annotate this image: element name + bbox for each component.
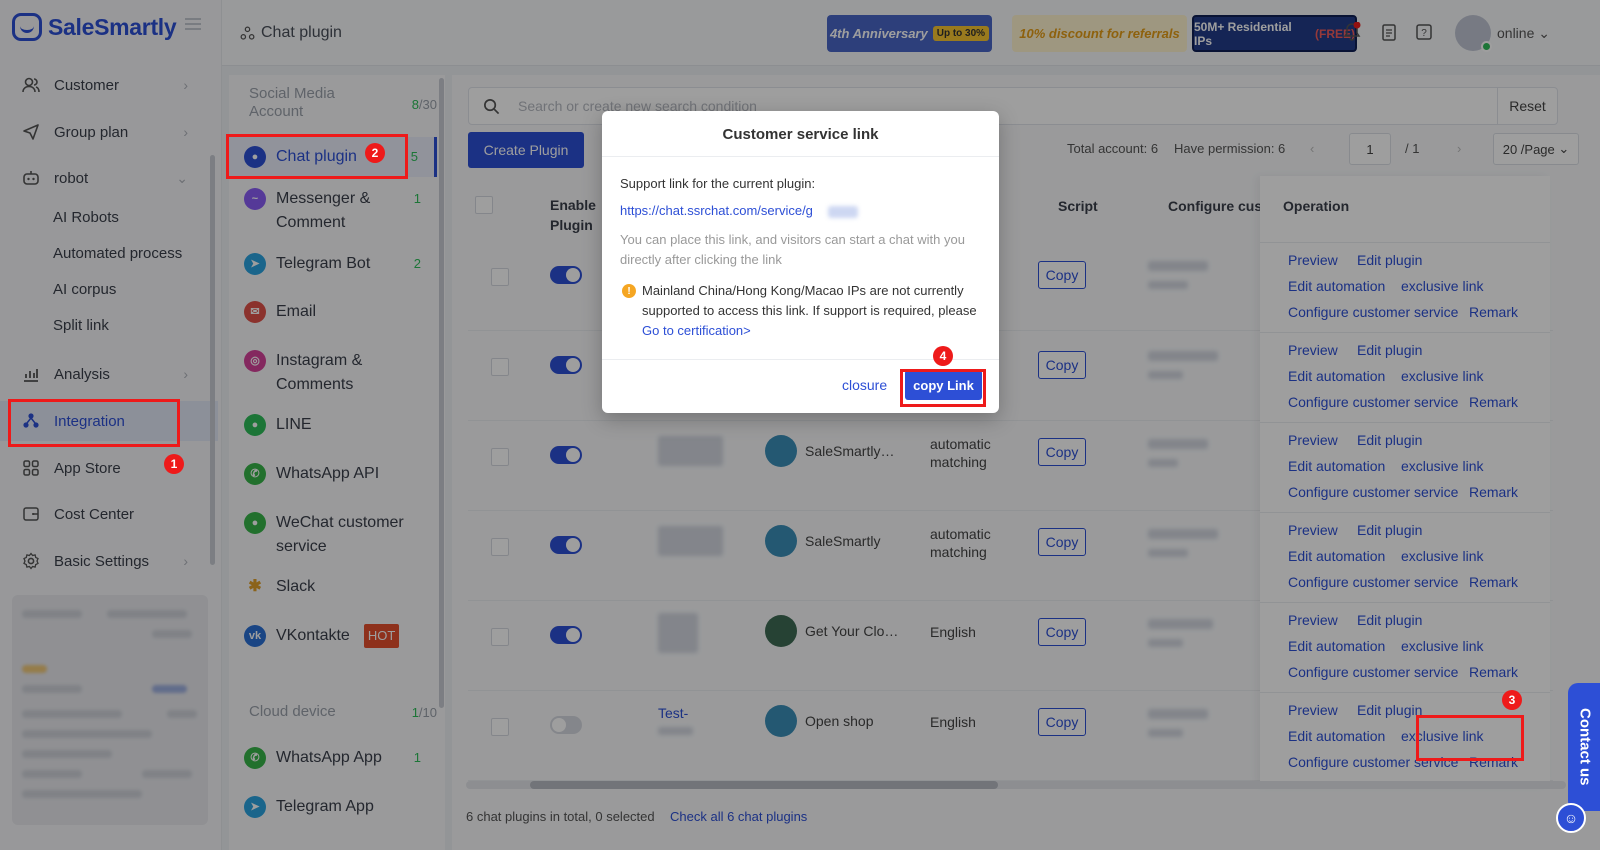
highlight-exclusive-link	[1416, 715, 1524, 761]
warning-message: Mainland China/Hong Kong/Macao IPs are n…	[642, 283, 977, 318]
warning-icon: !	[622, 284, 636, 298]
closure-button[interactable]: closure	[842, 377, 887, 393]
support-link[interactable]: https://chat.ssrchat.com/service/g	[620, 201, 813, 221]
chat-bubble-icon[interactable]: ☺	[1556, 803, 1586, 833]
link-hint: You can place this link, and visitors ca…	[620, 232, 965, 267]
modal-title: Customer service link	[722, 126, 879, 143]
highlight-copy-link	[900, 369, 986, 407]
step-badge-4: 4	[933, 346, 953, 366]
contact-us-tab[interactable]: Contact us	[1568, 683, 1600, 811]
step-badge-2: 2	[365, 143, 385, 163]
warning-text: Mainland China/Hong Kong/Macao IPs are n…	[642, 281, 982, 341]
support-link-label: Support link for the current plugin:	[620, 176, 816, 191]
customer-service-link-modal: Customer service link Support link for t…	[602, 111, 999, 413]
step-badge-1: 1	[164, 454, 184, 474]
step-badge-3: 3	[1502, 690, 1522, 710]
certification-link[interactable]: Go to certification>	[642, 323, 751, 338]
highlight-integration	[8, 399, 180, 447]
